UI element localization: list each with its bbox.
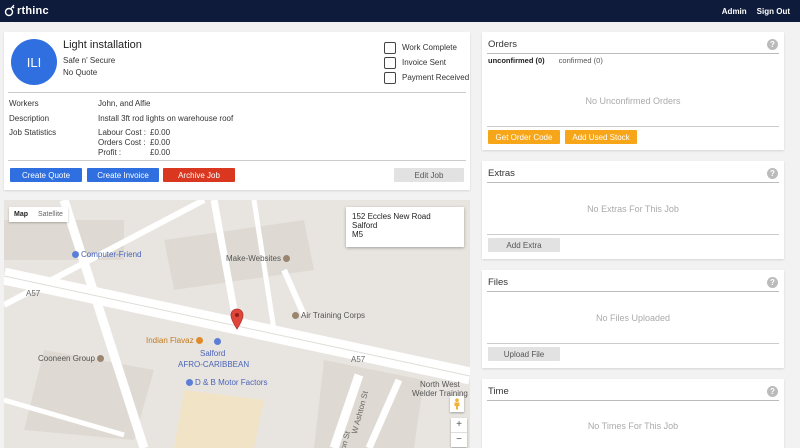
invoice-sent-checkbox[interactable]: Invoice Sent <box>384 55 469 70</box>
street-view-pegman-icon[interactable] <box>450 396 464 412</box>
stat-profit: Profit : £0.00 <box>98 148 171 157</box>
top-nav: Admin Sign Out <box>722 7 790 16</box>
files-empty-message: No Files Uploaded <box>595 313 671 323</box>
address-line-2: Salford <box>352 221 378 230</box>
files-title: Files <box>488 277 509 288</box>
address-line-1: 152 Eccles New Road <box>352 212 431 221</box>
place-pin-icon <box>96 355 104 362</box>
time-empty-message: No Times For This Job <box>587 421 679 431</box>
workers-label: Workers <box>9 99 39 108</box>
job-statistics-label: Job Statistics <box>9 128 57 137</box>
add-extra-button[interactable]: Add Extra <box>488 238 560 252</box>
poi-indian-flavaz[interactable]: Indian Flavaz <box>146 336 203 345</box>
divider <box>487 182 779 183</box>
create-invoice-button[interactable]: Create Invoice <box>87 168 159 182</box>
nav-sign-out[interactable]: Sign Out <box>757 7 790 16</box>
road-label-a57: A57 <box>26 289 41 298</box>
checkbox-box[interactable] <box>384 71 396 84</box>
files-panel: Files ? No Files Uploaded Upload File <box>482 270 784 368</box>
tab-unconfirmed[interactable]: unconfirmed (0) <box>488 56 545 65</box>
poi-make-websites[interactable]: Make-Websites <box>226 254 290 263</box>
zoom-out-button[interactable]: − <box>451 433 467 447</box>
poi-db-motor-factors[interactable]: D & B Motor Factors <box>186 378 267 387</box>
create-quote-button[interactable]: Create Quote <box>10 168 82 182</box>
divider <box>487 53 779 54</box>
archive-job-button[interactable]: Archive Job <box>163 168 235 182</box>
divider <box>8 160 466 161</box>
top-bar: rthinc Admin Sign Out <box>0 0 800 22</box>
upload-file-button[interactable]: Upload File <box>488 347 560 361</box>
restaurant-icon <box>195 337 203 344</box>
time-panel: Time ? No Times For This Job <box>482 379 784 448</box>
location-pin-icon[interactable] <box>230 308 244 330</box>
description-label: Description <box>9 114 50 123</box>
work-complete-checkbox[interactable]: Work Complete <box>384 40 469 55</box>
checkbox-label: Payment Received <box>402 73 470 82</box>
payment-received-checkbox[interactable]: Payment Received <box>384 70 469 85</box>
satellite-tab[interactable]: Satellite <box>33 207 68 222</box>
add-used-stock-button[interactable]: Add Used Stock <box>565 130 637 144</box>
extras-empty-message: No Extras For This Job <box>587 204 679 214</box>
job-status-checks: Work Complete Invoice Sent Payment Recei… <box>384 40 469 85</box>
divider <box>487 400 779 401</box>
orders-tabs: unconfirmed (0) confirmed (0) <box>488 56 603 65</box>
job-quote-status: No Quote <box>63 68 98 77</box>
stat-labour-cost: Labour Cost : £0.00 <box>98 128 171 137</box>
brand-logo[interactable]: rthinc <box>4 4 49 18</box>
description-value: Install 3ft rod lights on warehouse roof <box>98 114 234 123</box>
nav-admin[interactable]: Admin <box>722 7 747 16</box>
brand-name: rthinc <box>17 5 49 17</box>
poi-cooneen-group[interactable]: Cooneen Group <box>38 354 104 363</box>
help-icon[interactable]: ? <box>767 386 778 397</box>
help-icon[interactable]: ? <box>767 168 778 179</box>
poi-salford[interactable] <box>214 338 221 345</box>
divider <box>487 126 779 127</box>
tab-confirmed[interactable]: confirmed (0) <box>559 56 603 65</box>
divider <box>487 291 779 292</box>
location-map[interactable]: Map Satellite 152 Eccles New Road Salfor… <box>4 200 470 448</box>
help-icon[interactable]: ? <box>767 39 778 50</box>
help-icon[interactable]: ? <box>767 277 778 288</box>
job-card: ILI Light installation Safe n' Secure No… <box>4 32 470 190</box>
workers-value: John, and Alfie <box>98 99 151 108</box>
divider <box>8 92 466 93</box>
poi-computer-friend[interactable]: Computer-Friend <box>72 250 141 259</box>
poi-afro-caribbean: AFRO-CARIBBEAN <box>178 360 250 369</box>
zoom-in-button[interactable]: + <box>451 418 467 432</box>
shop-icon <box>186 379 193 386</box>
extras-panel: Extras ? No Extras For This Job Add Extr… <box>482 161 784 259</box>
edit-job-button[interactable]: Edit Job <box>394 168 464 182</box>
checkbox-box[interactable] <box>384 41 396 54</box>
checkbox-label: Work Complete <box>402 43 457 52</box>
orders-title: Orders <box>488 39 518 50</box>
map-type-toggle[interactable]: Map Satellite <box>9 207 68 222</box>
address-infobox: 152 Eccles New Road Salford M5 <box>346 207 464 247</box>
divider <box>487 234 779 235</box>
place-pin-icon <box>72 251 79 258</box>
map-tab[interactable]: Map <box>9 207 33 222</box>
address-line-3: M5 <box>352 230 364 239</box>
orders-panel: Orders ? unconfirmed (0) confirmed (0) N… <box>482 32 784 150</box>
place-pin-icon <box>214 338 221 345</box>
road-label-a57: A57 <box>351 355 366 364</box>
poi-air-training-corps[interactable]: Air Training Corps <box>292 311 365 320</box>
job-avatar: ILI <box>11 39 57 85</box>
map-zoom-control: + − <box>451 418 467 447</box>
orders-empty-message: No Unconfirmed Orders <box>585 96 681 106</box>
job-customer: Safe n' Secure <box>63 56 116 65</box>
extras-title: Extras <box>488 168 515 179</box>
stat-orders-cost: Orders Cost : £0.00 <box>98 138 171 147</box>
key-logo-icon <box>4 4 15 17</box>
divider <box>487 343 779 344</box>
job-title: Light installation <box>63 39 142 51</box>
place-pin-icon <box>282 255 290 262</box>
job-statistics: Labour Cost : £0.00 Orders Cost : £0.00 Pr… <box>98 128 170 158</box>
poi-salford-label: Salford <box>200 349 226 358</box>
checkbox-label: Invoice Sent <box>402 58 447 67</box>
checkbox-box[interactable] <box>384 56 396 69</box>
place-pin-icon <box>292 312 299 319</box>
get-order-code-button[interactable]: Get Order Code <box>488 130 560 144</box>
time-title: Time <box>488 386 509 397</box>
